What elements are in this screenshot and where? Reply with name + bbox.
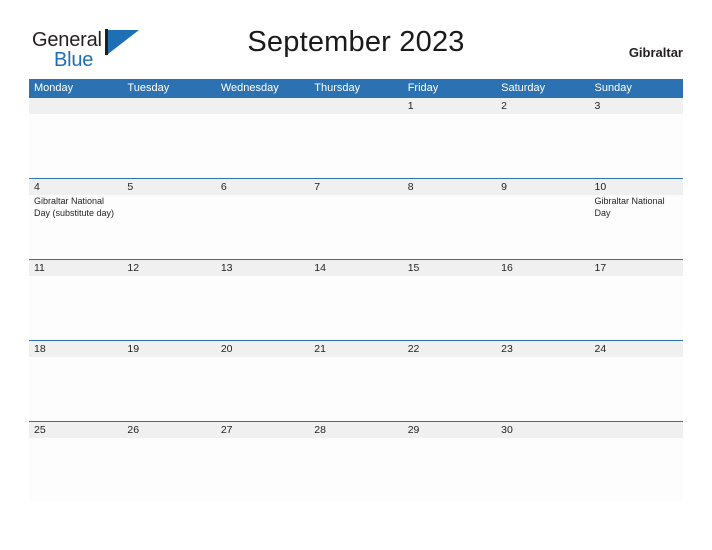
day-cell[interactable]: 27 bbox=[216, 422, 309, 502]
day-cell[interactable]: 22 bbox=[403, 341, 496, 421]
day-cell[interactable]: 6 bbox=[216, 179, 309, 259]
holiday-label: Gibraltar National Day (substitute day) bbox=[34, 196, 115, 218]
week-row: 1 2 3 bbox=[29, 97, 683, 178]
weekday-header-friday: Friday bbox=[407, 82, 439, 94]
day-cell[interactable]: 9 bbox=[496, 179, 589, 259]
weekday-header-row: Monday Tuesday Wednesday Thursday Friday… bbox=[29, 79, 683, 97]
day-number: 14 bbox=[314, 262, 326, 274]
day-cell[interactable]: 19 bbox=[122, 341, 215, 421]
day-number: 16 bbox=[501, 262, 513, 274]
day-number: 19 bbox=[127, 343, 140, 355]
day-events: Gibraltar National Day (substitute day) bbox=[34, 196, 118, 219]
day-cell[interactable]: 26 bbox=[122, 422, 215, 502]
day-number: 21 bbox=[314, 343, 326, 355]
weekday-header-saturday: Saturday bbox=[501, 82, 546, 94]
day-cell[interactable]: 23 bbox=[496, 341, 589, 421]
day-number: 24 bbox=[594, 343, 607, 355]
day-number: 10 bbox=[594, 181, 607, 193]
day-cell[interactable]: 13 bbox=[216, 260, 309, 340]
week-row: 11 12 13 14 15 16 17 bbox=[29, 259, 683, 340]
region-label: Gibraltar bbox=[628, 45, 683, 60]
day-number: 1 bbox=[407, 100, 414, 112]
day-number: 8 bbox=[407, 181, 414, 193]
day-cell[interactable]: 10 Gibraltar National Day bbox=[590, 179, 683, 259]
page-header: General Blue September 2023 Gibraltar bbox=[0, 0, 712, 78]
day-cell[interactable] bbox=[309, 98, 402, 178]
day-number: 30 bbox=[501, 424, 513, 436]
weekday-header-tuesday: Tuesday bbox=[127, 82, 170, 94]
day-number: 9 bbox=[501, 181, 507, 193]
week-row: 18 19 20 21 22 23 24 bbox=[29, 340, 683, 421]
day-cell[interactable]: 30 bbox=[496, 422, 589, 502]
day-number: 18 bbox=[34, 343, 46, 355]
day-cell[interactable]: 28 bbox=[309, 422, 402, 502]
day-number: 12 bbox=[127, 262, 140, 274]
day-number: 13 bbox=[220, 262, 233, 274]
day-number: 4 bbox=[34, 181, 40, 193]
day-number: 17 bbox=[594, 262, 607, 274]
day-cell[interactable]: 5 bbox=[122, 179, 215, 259]
weekday-header-wednesday: Wednesday bbox=[220, 82, 279, 94]
day-number: 7 bbox=[314, 181, 321, 193]
day-cell[interactable]: 1 bbox=[403, 98, 496, 178]
day-cell[interactable]: 8 bbox=[403, 179, 496, 259]
day-number: 23 bbox=[501, 343, 513, 355]
day-number: 29 bbox=[407, 424, 420, 436]
day-cell[interactable]: 21 bbox=[309, 341, 402, 421]
day-cell[interactable]: 16 bbox=[496, 260, 589, 340]
day-cell[interactable]: 18 bbox=[29, 341, 122, 421]
calendar-grid: Monday Tuesday Wednesday Thursday Friday… bbox=[29, 79, 683, 502]
day-cell[interactable] bbox=[29, 98, 122, 178]
week-row: 4 Gibraltar National Day (substitute day… bbox=[29, 178, 683, 259]
weekday-header-monday: Monday bbox=[34, 82, 74, 94]
day-number: 3 bbox=[594, 100, 601, 112]
day-cell[interactable]: 2 bbox=[496, 98, 589, 178]
day-number: 20 bbox=[220, 343, 233, 355]
day-cell[interactable]: 7 bbox=[309, 179, 402, 259]
day-number: 27 bbox=[220, 424, 233, 436]
day-cell[interactable]: 14 bbox=[309, 260, 402, 340]
day-number: 26 bbox=[127, 424, 140, 436]
day-cell[interactable]: 3 bbox=[590, 98, 683, 178]
day-number: 2 bbox=[501, 100, 507, 112]
holiday-label: Gibraltar National Day bbox=[594, 196, 665, 218]
day-cell[interactable] bbox=[590, 422, 683, 502]
day-cell[interactable]: 12 bbox=[122, 260, 215, 340]
day-cell[interactable]: 24 bbox=[590, 341, 683, 421]
page-title: September 2023 bbox=[247, 26, 465, 58]
day-cell[interactable]: 4 Gibraltar National Day (substitute day… bbox=[29, 179, 122, 259]
week-row: 25 26 27 28 29 30 bbox=[29, 421, 683, 502]
day-cell[interactable]: 25 bbox=[29, 422, 122, 502]
day-number: 5 bbox=[127, 181, 134, 193]
day-number: 28 bbox=[314, 424, 326, 436]
day-cell[interactable]: 15 bbox=[403, 260, 496, 340]
day-number: 25 bbox=[34, 424, 46, 436]
weekday-header-thursday: Thursday bbox=[314, 82, 361, 94]
day-cell[interactable]: 20 bbox=[216, 341, 309, 421]
day-number: 11 bbox=[34, 262, 45, 274]
day-number: 22 bbox=[407, 343, 420, 355]
day-cell[interactable]: 17 bbox=[590, 260, 683, 340]
day-cell[interactable] bbox=[216, 98, 309, 178]
weekday-header-sunday: Sunday bbox=[594, 82, 632, 94]
day-cell[interactable]: 29 bbox=[403, 422, 496, 502]
day-number: 6 bbox=[220, 181, 227, 193]
day-cell[interactable] bbox=[122, 98, 215, 178]
day-number: 15 bbox=[407, 262, 420, 274]
day-cell[interactable]: 11 bbox=[29, 260, 122, 340]
day-events: Gibraltar National Day bbox=[595, 196, 679, 219]
